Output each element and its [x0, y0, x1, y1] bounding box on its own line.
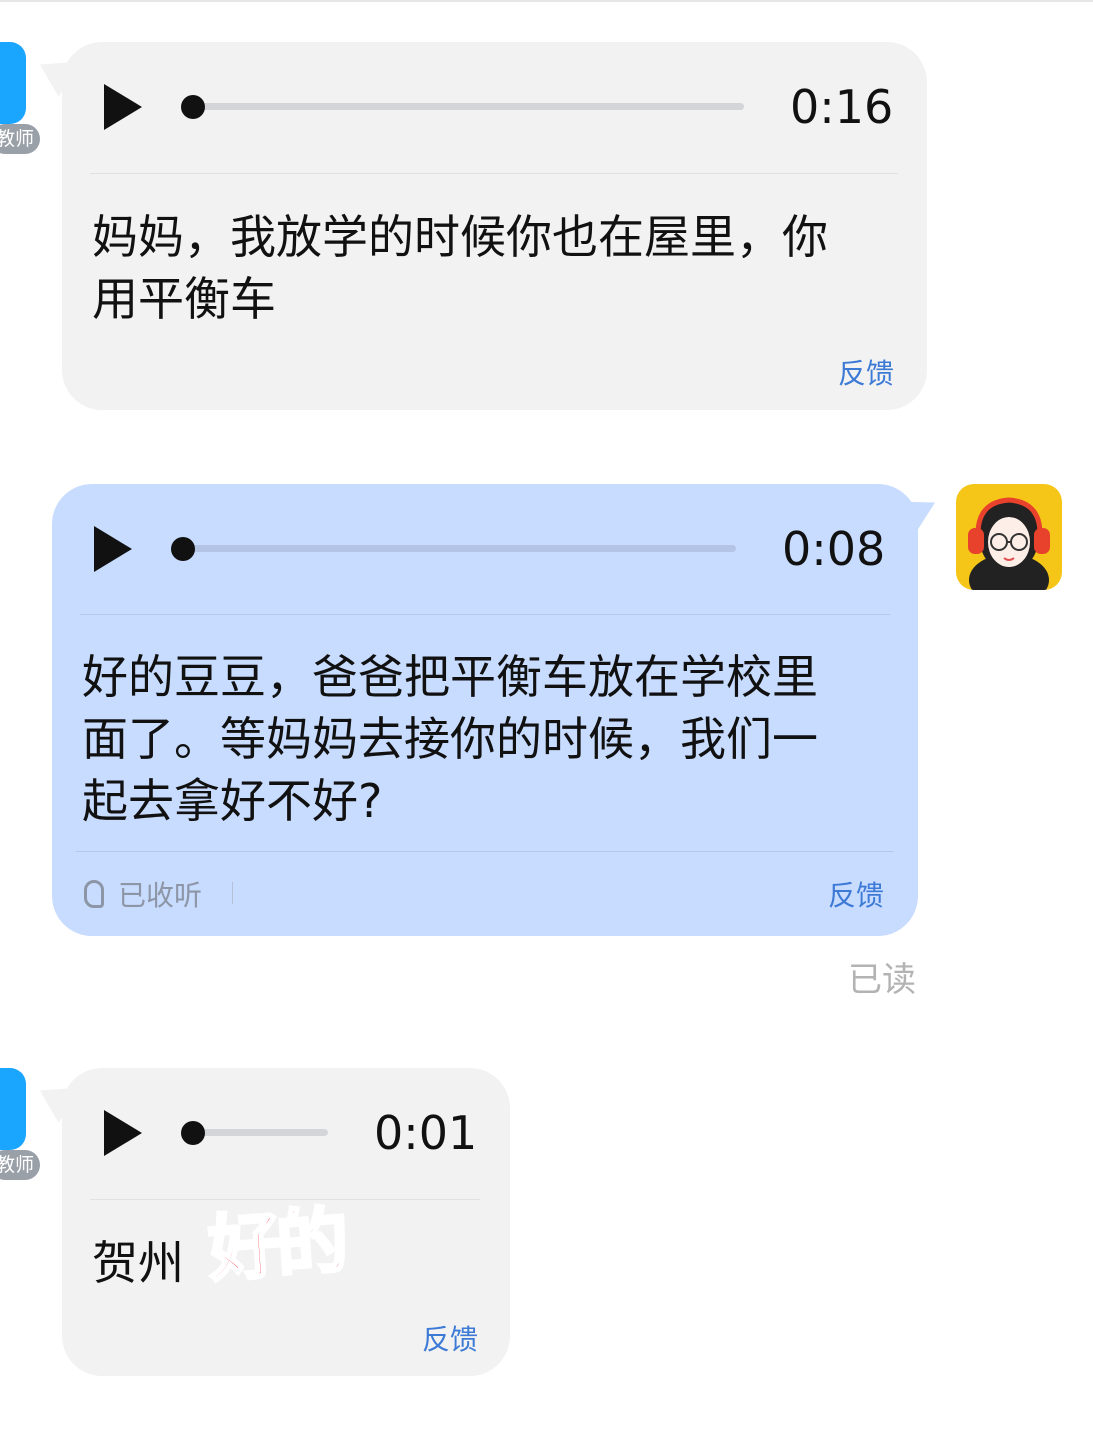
voice-duration: 0:01 [374, 1106, 478, 1160]
voice-message-bubble[interactable]: 0:16 妈妈，我放学的时候你也在屋里，你用平衡车 反馈 [62, 42, 927, 410]
divider [76, 851, 894, 852]
read-status: 已读 [848, 960, 916, 1000]
feedback-link[interactable]: 反馈 [838, 352, 894, 392]
transcript-text: 妈妈，我放学的时候你也在屋里，你用平衡车 [92, 210, 828, 326]
voice-duration: 0:08 [782, 522, 886, 576]
transcript-text: 贺州 [92, 1236, 184, 1290]
progress-knob[interactable] [181, 1121, 205, 1145]
teacher-tag: 教师 [0, 1150, 40, 1180]
top-divider [0, 0, 1093, 2]
voice-message-bubble[interactable]: 0:01 贺州 好的 反馈 [62, 1068, 510, 1376]
progress-track[interactable] [188, 1129, 328, 1136]
progress-knob[interactable] [181, 95, 205, 119]
divider [90, 173, 898, 174]
ear-icon [84, 880, 104, 908]
feedback-link[interactable]: 反馈 [422, 1318, 478, 1358]
transcript-text: 好的豆豆，爸爸把平衡车放在学校里面了。等妈妈去接你的时候，我们一起去拿好不好? [82, 650, 818, 828]
progress-track[interactable] [178, 545, 736, 552]
avatar-illustration [968, 497, 1050, 590]
user-avatar[interactable] [956, 484, 1062, 590]
play-icon[interactable] [94, 526, 132, 572]
sticker-overlay: 好的 [204, 1197, 349, 1293]
play-icon[interactable] [104, 84, 142, 130]
teacher-avatar[interactable] [0, 42, 26, 124]
voice-message-bubble[interactable]: 0:08 好的豆豆，爸爸把平衡车放在学校里面了。等妈妈去接你的时候，我们一起去拿… [52, 484, 918, 936]
play-icon[interactable] [104, 1110, 142, 1156]
divider [80, 614, 890, 615]
feedback-link[interactable]: 反馈 [828, 874, 884, 914]
voice-duration: 0:16 [790, 80, 894, 134]
separator [232, 882, 233, 904]
progress-track[interactable] [188, 103, 744, 110]
heard-status: 已收听 [118, 879, 203, 912]
teacher-avatar[interactable] [0, 1068, 26, 1150]
progress-knob[interactable] [171, 537, 195, 561]
teacher-tag: 教师 [0, 124, 40, 154]
